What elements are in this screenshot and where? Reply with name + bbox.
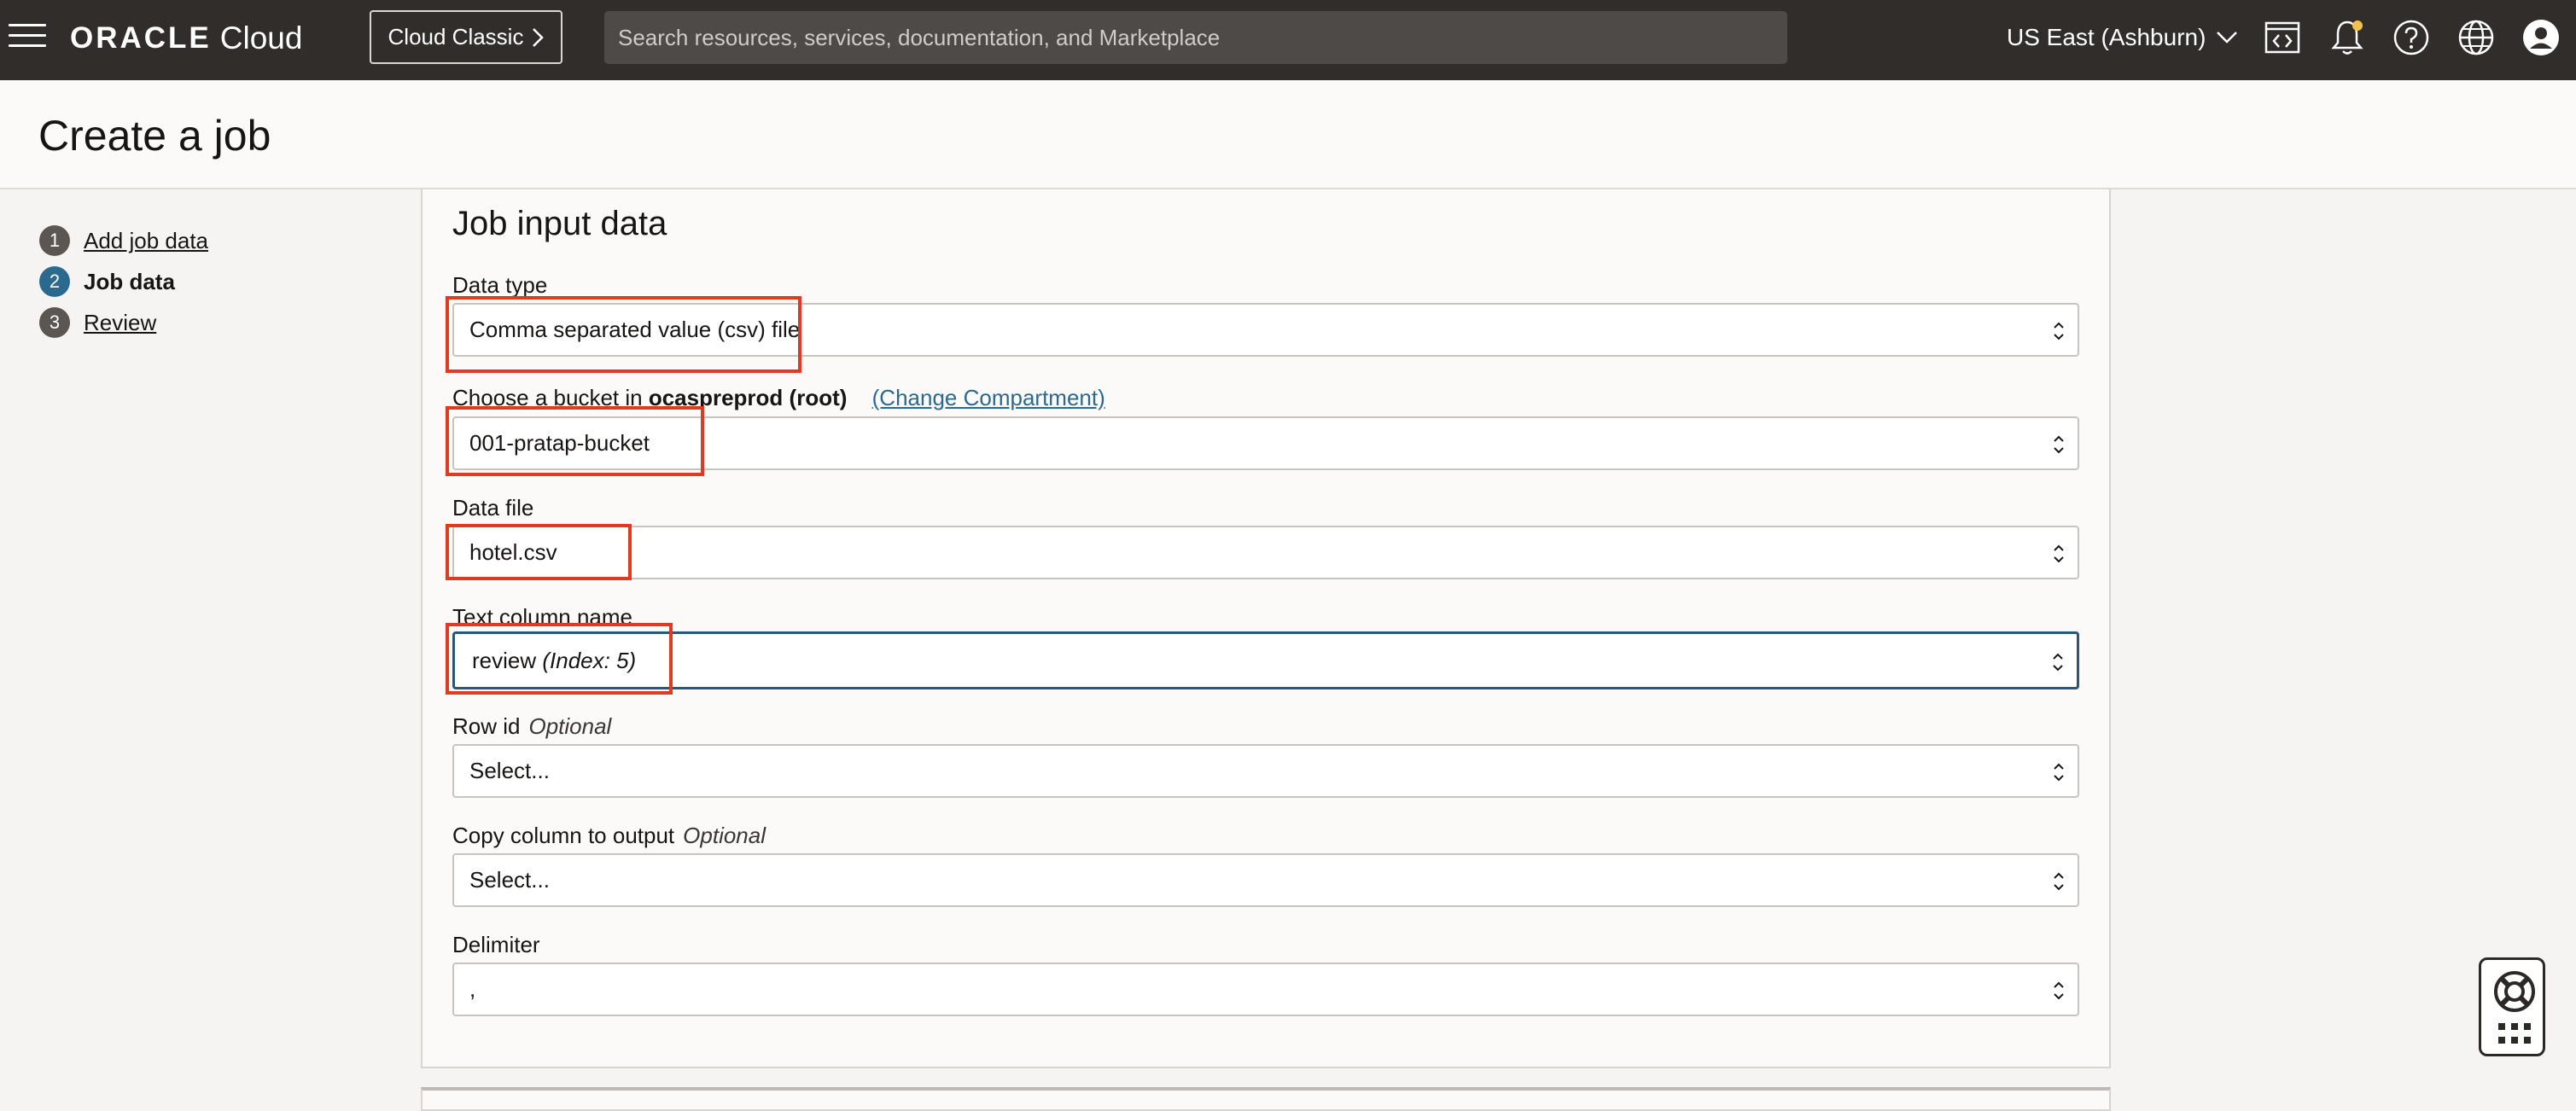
top-navigation-bar: ORACLE Cloud Cloud Classic US East (Ashb… [0,0,2576,80]
search-input[interactable] [618,24,1787,51]
data-file-label: Data file [452,495,534,521]
logo-cloud-text: Cloud [219,20,303,55]
row-id-label: Row id Optional [452,713,611,740]
text-column-label: Text column name [452,604,632,630]
lifebuoy-icon[interactable] [2491,968,2538,1015]
apps-grid-icon[interactable] [2498,1023,2531,1045]
bucket-select[interactable]: 001-pratap-bucket [452,416,2079,470]
data-type-label: Data type [452,272,548,298]
step-label[interactable]: Add job data [84,228,208,254]
bell-icon[interactable] [2327,17,2368,58]
select-arrows-icon [2054,322,2064,340]
row-id-select[interactable]: Select... [452,744,2079,798]
bucket-label: Choose a bucket in ocaspreprod (root) (C… [452,385,1105,411]
chevron-right-icon [533,27,545,47]
copy-column-value: Select... [469,867,550,893]
region-selector[interactable]: US East (Ashburn) [2007,19,2238,56]
oracle-cloud-logo[interactable]: ORACLE Cloud [70,17,302,60]
step-number: 1 [39,225,70,256]
menu-icon[interactable] [9,24,46,51]
change-compartment-link[interactable]: (Change Compartment) [872,385,1105,410]
text-column-name: review [472,647,537,673]
bucket-value: 001-pratap-bucket [469,430,650,456]
help-icon[interactable] [2391,17,2432,58]
optional-tag: Optional [528,713,612,739]
help-widget[interactable] [2479,957,2545,1056]
user-icon[interactable] [2521,17,2561,58]
data-file-select[interactable]: hotel.csv [452,526,2079,579]
step-number: 2 [39,266,70,297]
step-label[interactable]: Review [84,310,156,336]
step-label: Job data [84,268,175,294]
bucket-label-prefix: Choose a bucket in [452,385,643,410]
copy-column-label-text: Copy column to output [452,823,675,848]
step-number: 3 [39,307,70,338]
row-id-value: Select... [469,758,550,783]
text-column-select[interactable]: review (Index: 5) [452,631,2079,689]
data-type-value: Comma separated value (csv) file [469,317,801,342]
text-column-index: (Index: 5) [542,647,637,673]
select-arrows-icon [2054,544,2064,563]
copy-column-label: Copy column to output Optional [452,823,766,849]
page-title-bar: Create a job [0,80,2576,189]
data-file-value: hotel.csv [469,539,557,565]
row-id-label-text: Row id [452,713,521,739]
select-arrows-icon [2054,763,2064,782]
cloud-classic-button[interactable]: Cloud Classic [370,10,562,64]
optional-tag: Optional [683,823,766,848]
globe-icon[interactable] [2456,17,2497,58]
select-arrows-icon [2054,872,2064,891]
compartment-name: ocaspreprod (root) [648,385,848,410]
select-arrows-icon [2054,981,2064,1000]
cloud-classic-label: Cloud Classic [388,24,524,49]
step-add-job-data[interactable]: 1 Add job data [39,220,208,261]
next-panel-edge [421,1087,2111,1111]
step-review[interactable]: 3 Review [39,302,208,343]
page-title: Create a job [38,112,271,160]
select-arrows-icon [2053,653,2063,672]
delimiter-value: , [469,976,476,1002]
wizard-steps: 1 Add job data 2 Job data 3 Review [39,220,208,343]
chevron-down-icon [2217,32,2238,44]
copy-column-select[interactable]: Select... [452,853,2079,907]
delimiter-label: Delimiter [452,932,540,957]
text-column-value: review (Index: 5) [472,648,636,674]
delimiter-select[interactable]: , [452,963,2079,1016]
select-arrows-icon [2054,435,2064,454]
logo-oracle-text: ORACLE [70,21,212,55]
step-job-data[interactable]: 2 Job data [39,261,208,302]
code-editor-icon[interactable] [2262,17,2303,58]
data-type-select[interactable]: Comma separated value (csv) file [452,303,2079,357]
region-label: US East (Ashburn) [2007,24,2206,50]
search-bar[interactable] [604,11,1787,64]
section-title: Job input data [452,205,667,242]
